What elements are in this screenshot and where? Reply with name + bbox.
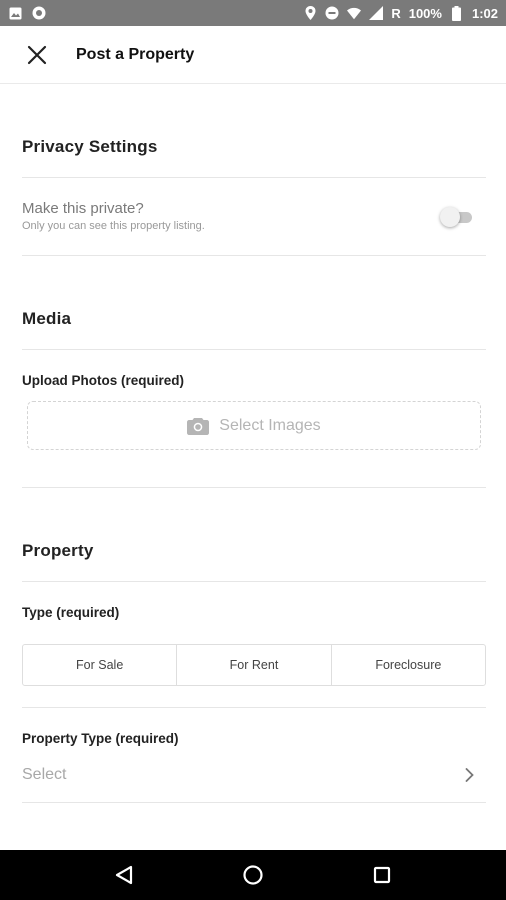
close-icon <box>27 45 47 64</box>
wifi-icon <box>347 6 362 20</box>
private-toggle-switch[interactable] <box>440 207 474 227</box>
media-section-title: Media <box>22 309 72 328</box>
home-button[interactable] <box>233 855 273 895</box>
close-button[interactable] <box>15 33 59 77</box>
chevron-right-icon <box>465 768 474 782</box>
divider <box>22 255 486 256</box>
page-title: Post a Property <box>76 45 195 63</box>
system-nav-bar <box>0 850 506 900</box>
battery-percent: 100% <box>408 5 442 21</box>
toggle-thumb <box>440 207 460 227</box>
divider <box>22 177 486 178</box>
private-toggle-description: Only you can see this property listing. <box>22 220 205 232</box>
status-right: R 100% 1:02 <box>303 5 498 21</box>
status-left-icons <box>8 6 46 20</box>
divider <box>22 707 486 708</box>
form-content[interactable]: Privacy Settings Make this private? Only… <box>0 84 506 850</box>
select-images-button[interactable]: Select Images <box>27 401 481 450</box>
cell-signal-icon <box>369 6 384 20</box>
divider <box>22 487 486 488</box>
app-bar: Post a Property <box>0 26 506 84</box>
property-type-select[interactable]: Select <box>22 760 486 790</box>
type-option-for-rent[interactable]: For Rent <box>176 645 330 685</box>
back-button[interactable] <box>104 855 144 895</box>
location-icon <box>303 6 317 20</box>
privacy-section-title: Privacy Settings <box>22 137 158 156</box>
recents-icon <box>373 866 390 884</box>
listing-type-selector: For Sale For Rent Foreclosure <box>22 644 486 686</box>
property-type-label: Property Type (required) <box>22 731 179 746</box>
private-toggle-label: Make this private? <box>22 200 144 217</box>
property-section-title: Property <box>22 541 94 560</box>
divider <box>22 802 486 803</box>
home-icon <box>243 865 263 885</box>
type-label: Type (required) <box>22 605 120 620</box>
divider <box>22 581 486 582</box>
signal-label: R <box>391 5 401 21</box>
property-type-value: Select <box>22 766 67 783</box>
select-images-label: Select Images <box>219 416 321 434</box>
status-time: 1:02 <box>471 5 498 21</box>
recents-button[interactable] <box>362 855 402 895</box>
battery-icon <box>450 5 464 21</box>
back-icon <box>116 865 133 885</box>
status-bar: R 100% 1:02 <box>0 0 506 26</box>
dnd-icon <box>325 6 339 20</box>
camera-icon <box>187 417 210 435</box>
type-option-for-sale[interactable]: For Sale <box>23 645 176 685</box>
image-icon <box>8 6 22 20</box>
divider <box>22 349 486 350</box>
type-option-foreclosure[interactable]: Foreclosure <box>330 645 485 685</box>
record-icon <box>32 6 46 20</box>
upload-photos-label: Upload Photos (required) <box>22 373 184 388</box>
